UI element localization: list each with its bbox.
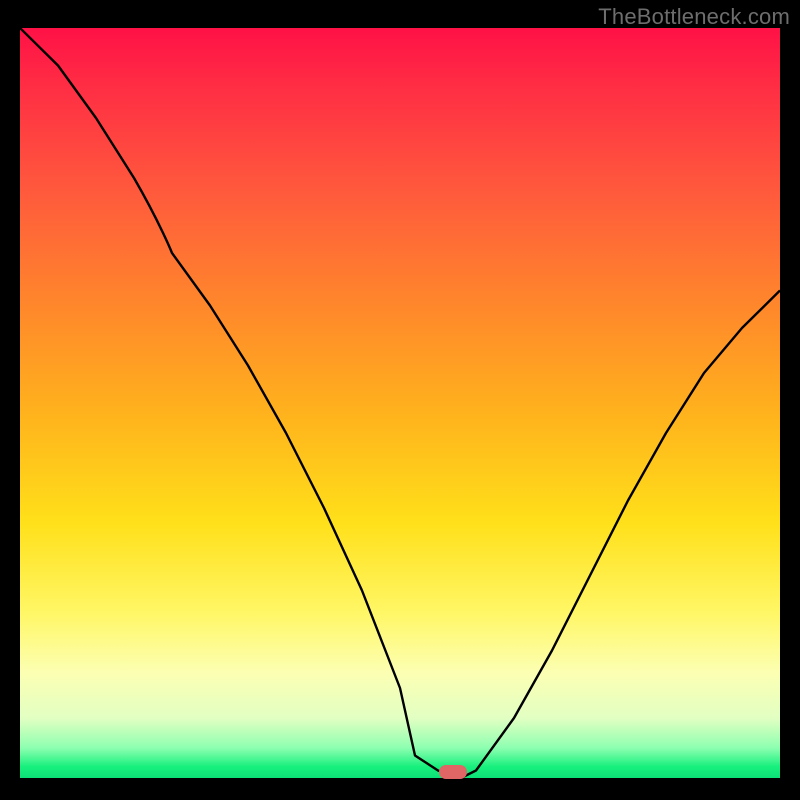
curve-path xyxy=(20,28,780,778)
watermark-text: TheBottleneck.com xyxy=(598,4,790,30)
optimal-marker xyxy=(439,765,467,779)
plot-area xyxy=(20,28,780,778)
chart-frame: TheBottleneck.com xyxy=(0,0,800,800)
bottleneck-curve xyxy=(20,28,780,778)
